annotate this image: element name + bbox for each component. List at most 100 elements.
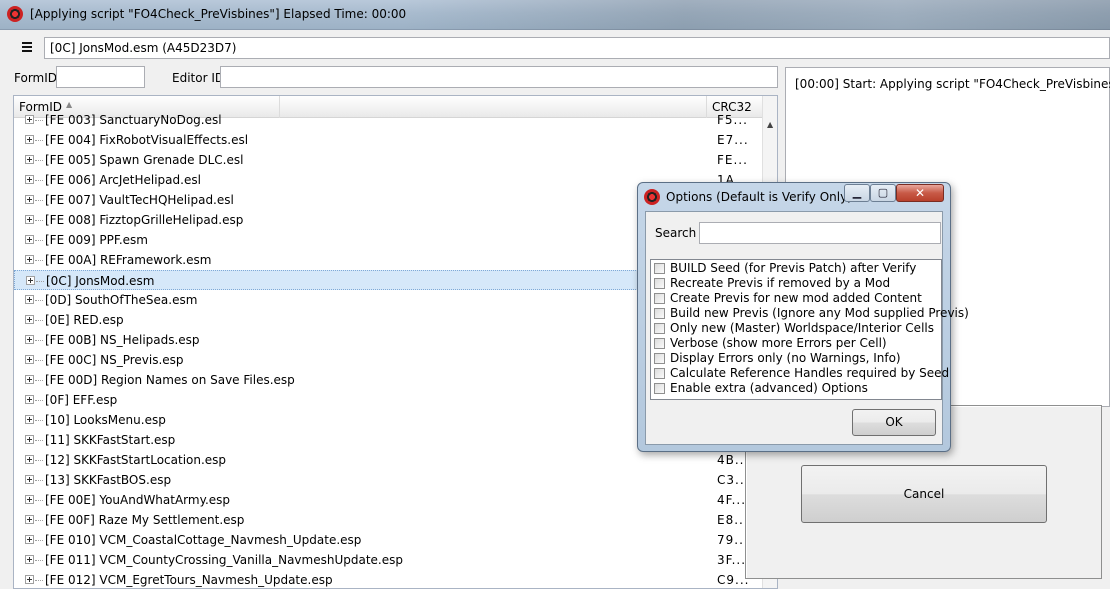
sort-ascending-icon: ▲ bbox=[66, 100, 73, 109]
plugin-crc: E8... bbox=[717, 513, 749, 527]
expand-icon[interactable] bbox=[25, 415, 34, 424]
search-input[interactable] bbox=[699, 222, 941, 244]
scroll-up-icon[interactable]: ▲ bbox=[767, 120, 773, 129]
tree-row[interactable]: [FE 011] VCM_CountyCrossing_Vanilla_Navm… bbox=[14, 550, 762, 570]
formid-filter-input[interactable] bbox=[56, 66, 145, 88]
option-checkbox[interactable] bbox=[654, 278, 665, 289]
cancel-button[interactable]: Cancel bbox=[801, 465, 1047, 523]
option-label: Recreate Previs if removed by a Mod bbox=[670, 276, 891, 290]
plugin-name: [0F] EFF.esp bbox=[45, 393, 118, 407]
tree-row[interactable]: [FE 00F] Raze My Settlement.esp E8... bbox=[14, 510, 762, 530]
tree-connector bbox=[35, 160, 43, 161]
option-label: Display Errors only (no Warnings, Info) bbox=[670, 351, 901, 365]
expand-icon[interactable] bbox=[25, 555, 34, 564]
expand-icon[interactable] bbox=[25, 235, 34, 244]
app-icon bbox=[7, 6, 23, 22]
hamburger-menu-icon[interactable] bbox=[22, 42, 32, 53]
expand-icon[interactable] bbox=[25, 155, 34, 164]
expand-icon[interactable] bbox=[25, 195, 34, 204]
expand-icon[interactable] bbox=[25, 355, 34, 364]
minimize-button[interactable]: ▁ bbox=[844, 184, 870, 202]
tree-row[interactable]: [FE 010] VCM_CoastalCottage_Navmesh_Upda… bbox=[14, 530, 762, 550]
option-checkbox[interactable] bbox=[654, 338, 665, 349]
expand-icon[interactable] bbox=[25, 575, 34, 584]
log-line: [00:00] Start: Applying script "FO4Check… bbox=[795, 77, 1110, 91]
close-icon: ✕ bbox=[914, 186, 926, 200]
plugin-name: [0D] SouthOfTheSea.esm bbox=[45, 293, 198, 307]
tree-connector bbox=[35, 360, 43, 361]
window-title-bar: [Applying script "FO4Check_PreVisbines"]… bbox=[0, 0, 1110, 30]
plugin-crc: FE... bbox=[717, 153, 748, 167]
tree-row[interactable]: [12] SKKFastStartLocation.esp 4B... bbox=[14, 450, 762, 470]
tree-row[interactable]: [13] SKKFastBOS.esp C3... bbox=[14, 470, 762, 490]
tree-row[interactable]: [FE 004] FixRobotVisualEffects.esl E7... bbox=[14, 130, 762, 150]
tree-row[interactable]: [FE 012] VCM_EgretTours_Navmesh_Update.e… bbox=[14, 570, 762, 588]
plugin-name: [13] SKKFastBOS.esp bbox=[45, 473, 172, 487]
plugin-name: [FE 005] Spawn Grenade DLC.esl bbox=[45, 153, 244, 167]
tree-connector bbox=[35, 260, 43, 261]
expand-icon[interactable] bbox=[25, 295, 34, 304]
plugin-crc: E7... bbox=[717, 133, 749, 147]
expand-icon[interactable] bbox=[25, 315, 34, 324]
expand-icon[interactable] bbox=[25, 455, 34, 464]
option-checkbox[interactable] bbox=[654, 323, 665, 334]
plugin-name: [10] LooksMenu.esp bbox=[45, 413, 166, 427]
expand-icon[interactable] bbox=[25, 395, 34, 404]
tree-connector bbox=[35, 580, 43, 581]
plugin-name: [FE 00F] Raze My Settlement.esp bbox=[45, 513, 245, 527]
close-button[interactable]: ✕ bbox=[896, 184, 944, 202]
plugin-name: [FE 009] PPF.esm bbox=[45, 233, 148, 247]
option-checkbox[interactable] bbox=[654, 263, 665, 274]
tree-connector bbox=[35, 560, 43, 561]
expand-icon[interactable] bbox=[25, 375, 34, 384]
expand-icon[interactable] bbox=[25, 335, 34, 344]
tree-connector bbox=[35, 120, 43, 121]
tree-row[interactable]: [FE 00E] YouAndWhatArmy.esp 4F... bbox=[14, 490, 762, 510]
option-checkbox[interactable] bbox=[654, 383, 665, 394]
tree-row[interactable]: [FE 005] Spawn Grenade DLC.esl FE... bbox=[14, 150, 762, 170]
expand-icon[interactable] bbox=[25, 175, 34, 184]
plugin-name: [FE 00E] YouAndWhatArmy.esp bbox=[45, 493, 231, 507]
expand-icon[interactable] bbox=[25, 215, 34, 224]
expand-icon[interactable] bbox=[25, 495, 34, 504]
option-checkbox[interactable] bbox=[654, 353, 665, 364]
plugin-name: [FE 012] VCM_EgretTours_Navmesh_Update.e… bbox=[45, 573, 333, 587]
dialog-title: Options (Default is Verify Only) bbox=[666, 190, 852, 204]
plugin-crc: 3F... bbox=[717, 553, 747, 567]
maximize-icon: ▢ bbox=[877, 186, 889, 199]
plugin-name: [FE 00A] REFramework.esm bbox=[45, 253, 212, 267]
plugin-name: [12] SKKFastStartLocation.esp bbox=[45, 453, 227, 467]
option-label: Create Previs for new mod added Content bbox=[670, 291, 922, 305]
tree-connector bbox=[35, 200, 43, 201]
options-checklist[interactable]: BUILD Seed (for Previs Patch) after Veri… bbox=[650, 259, 969, 400]
plugin-name: [FE 00D] Region Names on Save Files.esp bbox=[45, 373, 295, 387]
expand-icon[interactable] bbox=[25, 255, 34, 264]
option-checkbox[interactable] bbox=[654, 293, 665, 304]
expand-icon[interactable] bbox=[25, 135, 34, 144]
plugin-name: [0C] JonsMod.esm bbox=[46, 274, 155, 288]
maximize-button[interactable]: ▢ bbox=[870, 184, 896, 202]
ok-button[interactable]: OK bbox=[852, 409, 936, 436]
option-checkbox[interactable] bbox=[654, 368, 665, 379]
tree-row[interactable]: [FE 003] SanctuaryNoDog.esl F5... bbox=[14, 110, 762, 130]
tree-connector bbox=[35, 540, 43, 541]
expand-icon[interactable] bbox=[26, 276, 35, 285]
plugin-crc: 4F... bbox=[717, 493, 747, 507]
tree-connector bbox=[35, 500, 43, 501]
expand-icon[interactable] bbox=[25, 115, 34, 124]
expand-icon[interactable] bbox=[25, 515, 34, 524]
option-label: Verbose (show more Errors per Cell) bbox=[670, 336, 887, 350]
expand-icon[interactable] bbox=[25, 535, 34, 544]
tree-connector bbox=[35, 520, 43, 521]
tree-connector bbox=[35, 420, 43, 421]
plugin-name: [0E] RED.esp bbox=[45, 313, 124, 327]
plugin-name: [FE 004] FixRobotVisualEffects.esl bbox=[45, 133, 249, 147]
option-checkbox[interactable] bbox=[654, 308, 665, 319]
expand-icon[interactable] bbox=[25, 435, 34, 444]
tree-connector bbox=[35, 460, 43, 461]
editorid-filter-input[interactable] bbox=[220, 66, 778, 88]
expand-icon[interactable] bbox=[25, 475, 34, 484]
dialog-app-icon bbox=[644, 189, 660, 205]
formid-filter-label: FormID bbox=[14, 71, 58, 85]
current-plugin-field[interactable]: [0C] JonsMod.esm (A45D23D7) bbox=[44, 37, 1110, 59]
